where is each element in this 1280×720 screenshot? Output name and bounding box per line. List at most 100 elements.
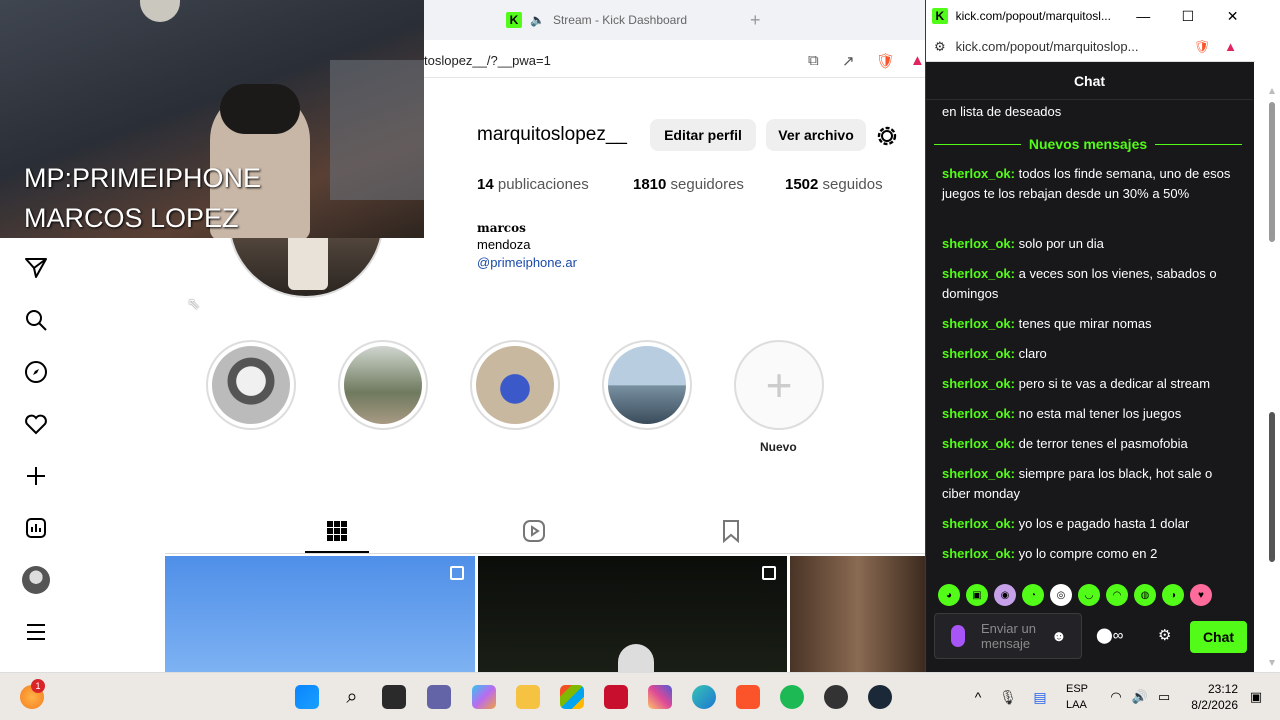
emote-icon[interactable]: ◠	[1106, 584, 1128, 606]
close-icon[interactable]: ✕	[1210, 8, 1255, 25]
new-highlight-button[interactable]: +	[734, 340, 824, 430]
carousel-icon	[450, 566, 464, 580]
search-icon[interactable]: ⌕	[340, 685, 364, 709]
followers-count[interactable]: 1810 seguidores	[633, 176, 744, 193]
chat-message: sherlox_ok: pero si te vas a dedicar al …	[942, 376, 1211, 391]
messages-icon[interactable]	[22, 254, 50, 282]
brave-rewards-icon[interactable]: ▲	[910, 52, 925, 69]
site-info-icon[interactable]: ⚙	[934, 39, 946, 55]
obs-icon[interactable]	[824, 685, 848, 709]
settings-gear-icon[interactable]	[875, 124, 899, 148]
brave-shield-icon[interactable]: 🛡	[1194, 39, 1211, 55]
tray-chevron-icon[interactable]: ^	[966, 685, 990, 709]
display-tray-icon[interactable]: ▤	[1028, 685, 1052, 709]
minimize-icon[interactable]: —	[1121, 8, 1166, 24]
chat-message-tail: en lista de deseados	[942, 104, 1062, 119]
volume-icon[interactable]: 🔊	[1128, 685, 1152, 709]
story-highlight[interactable]	[206, 340, 296, 430]
following-count[interactable]: 1502 seguidos	[785, 176, 883, 193]
active-tab-indicator	[305, 551, 369, 553]
emote-icon[interactable]: ♥	[1190, 584, 1212, 606]
reels-icon[interactable]	[522, 519, 546, 543]
insights-icon[interactable]	[22, 514, 50, 542]
search-icon[interactable]	[22, 306, 50, 334]
steam-icon[interactable]	[868, 685, 892, 709]
file-explorer-icon[interactable]	[516, 685, 540, 709]
explore-icon[interactable]	[22, 358, 50, 386]
profile-avatar-icon[interactable]	[22, 566, 50, 594]
edit-profile-button[interactable]: Editar perfil	[650, 119, 756, 151]
chat-message: sherlox_ok: a veces son los vienes, saba…	[942, 266, 1217, 301]
start-windows-icon[interactable]	[295, 685, 319, 709]
chat-message: sherlox_ok: no esta mal tener los juegos	[942, 406, 1182, 421]
edge-icon[interactable]	[692, 685, 716, 709]
saved-icon[interactable]	[719, 519, 743, 543]
bio-location: mendoza	[477, 237, 531, 252]
store-icon[interactable]	[560, 685, 584, 709]
clock[interactable]: 23:12 8/2/2026	[1184, 681, 1238, 713]
kick-points-icon[interactable]: ⬤∞	[1096, 626, 1123, 644]
emote-icon[interactable]: ◑	[1162, 584, 1184, 606]
open-external-icon[interactable]: ⧉	[808, 52, 819, 69]
wifi-icon[interactable]: ◠	[1104, 685, 1128, 709]
emote-bar: ◕ ▣ ◉ ◔ ◎ ◡ ◠ ◍ ◑ ♥	[938, 584, 1212, 606]
posts-count: 14 publicaciones	[477, 176, 589, 193]
story-highlight[interactable]	[470, 340, 560, 430]
emote-icon[interactable]: ◍	[1134, 584, 1156, 606]
microphone-tray-icon[interactable]: 🎙	[996, 685, 1020, 709]
emote-icon[interactable]: ◉	[994, 584, 1016, 606]
brave-rewards-icon[interactable]: ▲	[1224, 39, 1237, 54]
popout-address-bar[interactable]: ⚙ kick.com/popout/marquitoslop... 🛡 ▲	[926, 32, 1255, 62]
bio-link[interactable]: @primeiphone.ar	[477, 255, 577, 270]
browser-tab[interactable]: K 🔈 Stream - Kick Dashboard	[492, 0, 742, 40]
brave-shield-icon[interactable]: 🛡	[876, 52, 895, 70]
notifications-icon[interactable]: ▣	[1244, 685, 1268, 709]
address-bar[interactable]: toslopez__/?__pwa=1 ⧉ ↗ 🛡 ▲	[424, 44, 926, 78]
kick-logo-icon: K	[932, 8, 948, 24]
view-archive-button[interactable]: Ver archivo	[766, 119, 866, 151]
post-thumbnail[interactable]	[165, 556, 475, 676]
chat-header: Chat	[926, 62, 1253, 100]
chat-message: sherlox_ok: claro	[942, 346, 1047, 361]
spotify-icon[interactable]	[780, 685, 804, 709]
emote-icon[interactable]: ◔	[1022, 584, 1044, 606]
emote-icon[interactable]: ◕	[938, 584, 960, 606]
share-icon[interactable]: ↗	[842, 52, 855, 70]
emote-icon[interactable]: ◎	[1050, 584, 1072, 606]
input-language[interactable]: ESP LAA	[1066, 681, 1088, 713]
chat-settings-icon[interactable]: ⚙	[1158, 626, 1171, 644]
chat-input[interactable]: Enviar un mensaje ☻	[934, 613, 1082, 659]
popout-titlebar: K kick.com/popout/marquitosl... — ☐ ✕	[926, 0, 1255, 32]
browser-tab-title: Stream - Kick Dashboard	[552, 13, 688, 27]
brave-icon[interactable]	[736, 685, 760, 709]
maximize-icon[interactable]: ☐	[1166, 8, 1211, 25]
battery-icon[interactable]: ▭	[1152, 685, 1176, 709]
copilot-icon[interactable]	[472, 685, 496, 709]
popout-url: kick.com/popout/marquitoslop...	[955, 39, 1139, 54]
post-thumbnail[interactable]	[478, 556, 787, 676]
emote-icon[interactable]: ▣	[966, 584, 988, 606]
story-highlight[interactable]	[602, 340, 692, 430]
task-view-icon[interactable]	[382, 685, 406, 709]
notifications-heart-icon[interactable]	[22, 410, 50, 438]
create-plus-icon[interactable]	[22, 462, 50, 490]
teams-icon[interactable]	[427, 685, 451, 709]
mcafee-icon[interactable]	[604, 685, 628, 709]
tabs-divider	[165, 553, 925, 554]
emoji-icon[interactable]: ☻	[1051, 628, 1067, 645]
post-thumbnail[interactable]	[790, 556, 926, 676]
grid-icon[interactable]	[325, 519, 349, 543]
microphone-icon[interactable]	[951, 625, 965, 647]
emote-icon[interactable]: ◡	[1078, 584, 1100, 606]
chat-send-button[interactable]: Chat	[1190, 621, 1247, 653]
chat-scrollbar[interactable]	[1268, 82, 1276, 672]
menu-icon[interactable]	[22, 618, 50, 646]
new-tab-icon[interactable]: +	[750, 10, 761, 31]
webcam-caption-line2: MARCOS LOPEZ	[24, 203, 239, 233]
instagram-icon[interactable]	[648, 685, 672, 709]
popout-title: kick.com/popout/marquitosl...	[955, 9, 1111, 23]
chat-message: sherlox_ok: yo lo compre como en 2	[942, 546, 1158, 561]
chat-input-placeholder: Enviar un mensaje	[981, 621, 1036, 651]
story-highlight[interactable]	[338, 340, 428, 430]
chat-message: sherlox_ok: de terror tenes el pasmofobi…	[942, 436, 1188, 451]
